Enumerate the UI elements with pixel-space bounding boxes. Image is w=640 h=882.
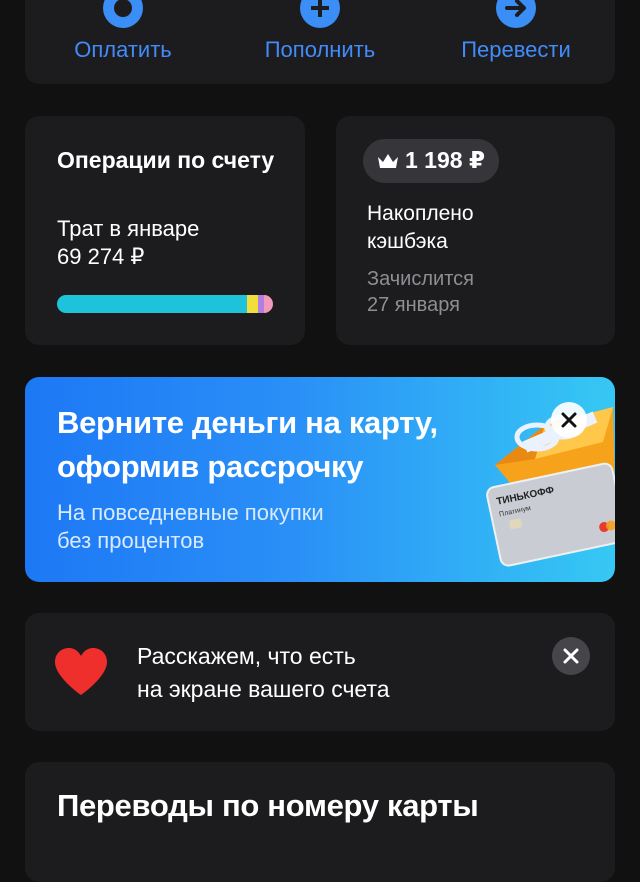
promo-subtitle-line2: без процентов [57,528,205,553]
cashback-label-line2: кэшбэка [367,230,448,253]
top-up-button[interactable]: Пополнить [240,0,400,84]
cashback-label-line1: Накоплено [367,202,474,225]
tips-text-line1: Расскажем, что есть [137,643,356,669]
promo-title-line2: оформив рассрочку [57,449,364,484]
close-icon [563,648,579,664]
account-operations-card[interactable]: Операции по счету Трат в январе 69 274 ₽ [25,116,305,345]
spent-label: Трат в январе [57,216,200,241]
promo-subtitle-line1: На повседневные покупки [57,500,324,525]
quick-actions-card: Оплатить Пополнить Перевести [25,0,615,84]
account-screen-tips-card[interactable]: Расскажем, что есть на экране вашего сче… [25,613,615,731]
spending-bar [57,295,273,313]
tips-close-button[interactable] [552,637,590,675]
spending-bar-segment [264,295,273,313]
transfer-button[interactable]: Перевести [436,0,596,84]
cashback-card[interactable]: 1 198 ₽ Накоплено кэшбэка Зачислится 27 … [336,116,615,345]
plus-icon [300,0,340,28]
promo-title-line1: Верните деньги на карту, [57,405,438,440]
top-up-label: Пополнить [264,37,376,62]
cashback-note-line1: Зачислится [367,268,474,290]
heart-icon [55,648,107,695]
pay-button[interactable]: Оплатить [43,0,203,84]
cashback-badge: 1 198 ₽ [363,139,499,183]
close-icon [561,412,577,428]
operations-title: Операции по счету [57,147,275,173]
spent-amount: 69 274 ₽ [57,244,145,269]
crown-icon [378,154,398,168]
tips-text-line2: на экране вашего счета [137,676,390,702]
card-transfers-card[interactable]: Переводы по номеру карты [25,762,615,882]
transfer-label: Перевести [461,37,571,62]
pay-icon [103,0,143,28]
cashback-note-line2: 27 января [367,294,460,316]
spending-bar-segment [247,295,258,313]
arrow-right-icon [496,0,536,28]
transfers-title: Переводы по номеру карты [57,788,479,823]
promo-close-button[interactable] [551,402,587,438]
spending-bar-segment [57,295,248,313]
cashback-amount: 1 198 ₽ [405,147,485,173]
gift-card-illustration: ТИНЬКОФФ Платинум [486,407,615,567]
pay-label: Оплатить [74,37,172,62]
installment-promo-banner[interactable]: Верните деньги на карту, оформив рассроч… [25,377,615,582]
